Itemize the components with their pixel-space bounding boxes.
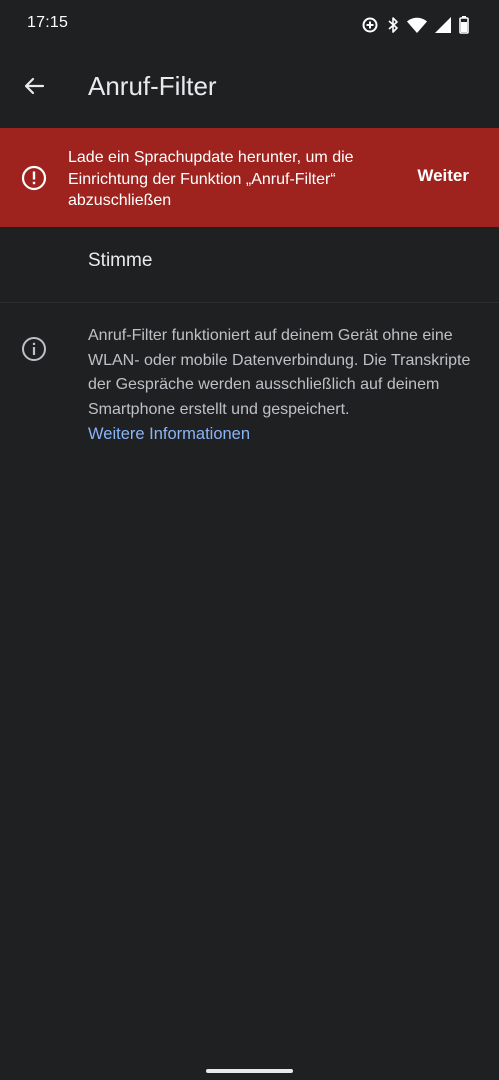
screen: 17:15 Anruf-Filter Lade ein Sprachupdate… <box>0 0 499 1080</box>
data-saver-icon <box>361 16 379 34</box>
continue-button[interactable]: Weiter <box>417 166 469 186</box>
page-title: Anruf-Filter <box>88 71 217 101</box>
arrow-back-icon <box>22 74 46 103</box>
status-time: 17:15 <box>27 14 69 31</box>
banner-message: Lade ein Sprachupdate herunter, um die E… <box>68 149 354 209</box>
app-bar: Anruf-Filter <box>0 56 499 122</box>
cellular-signal-icon <box>435 17 451 33</box>
status-bar: 17:15 <box>0 0 499 48</box>
back-button[interactable] <box>14 68 54 108</box>
info-description: Anruf-Filter funktioniert auf deinem Ger… <box>88 327 471 418</box>
settings-item-voice[interactable]: Stimme <box>0 228 499 302</box>
info-outline-icon <box>21 336 47 362</box>
language-update-banner: Lade ein Sprachupdate herunter, um die E… <box>0 128 499 227</box>
wifi-icon <box>407 17 427 33</box>
battery-icon <box>459 16 469 34</box>
learn-more-link[interactable]: Weitere Informationen <box>88 422 483 447</box>
gesture-navigation-handle[interactable] <box>206 1069 293 1073</box>
error-outline-icon <box>21 165 47 191</box>
status-icons <box>361 14 469 36</box>
settings-item-label: Stimme <box>88 250 153 271</box>
bluetooth-icon <box>387 16 399 34</box>
divider <box>0 302 499 303</box>
info-text-block: Anruf-Filter funktioniert auf deinem Ger… <box>88 324 483 447</box>
